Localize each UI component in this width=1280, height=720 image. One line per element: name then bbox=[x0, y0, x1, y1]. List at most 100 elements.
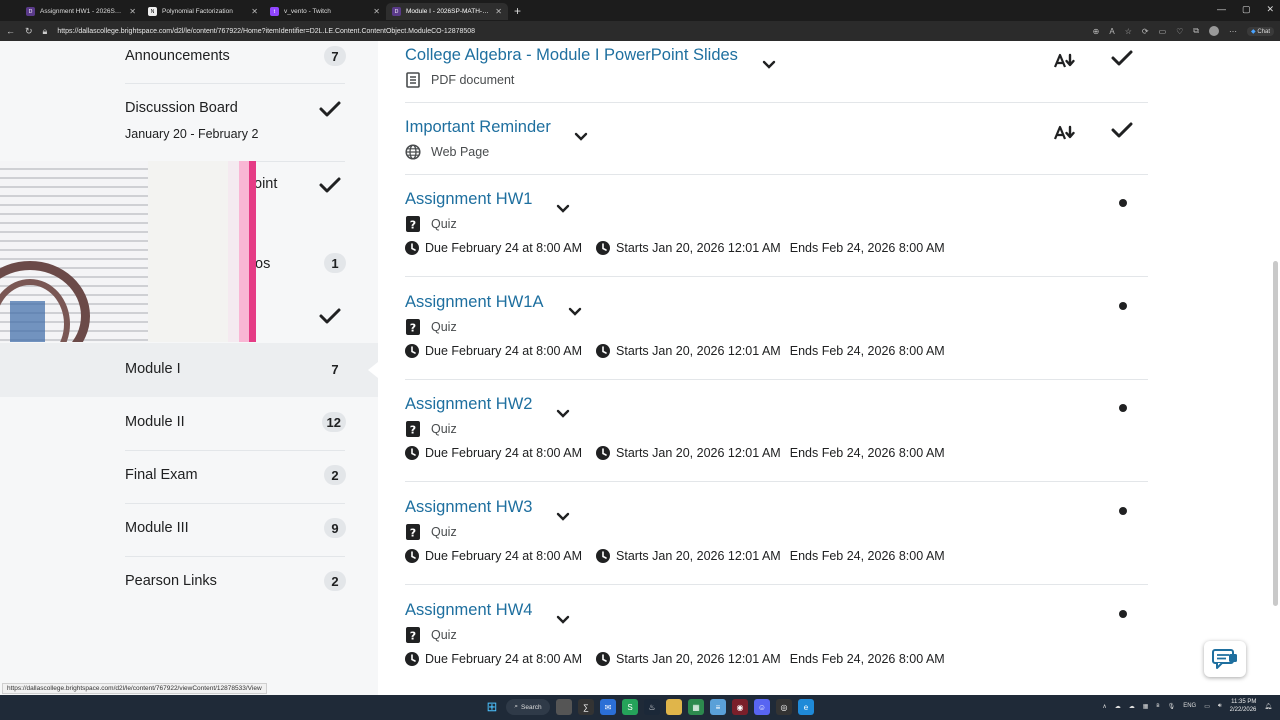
browser-tab-twitch[interactable]: t v_vento - Twitch ✕ bbox=[264, 3, 386, 20]
content-item-title[interactable]: Assignment HW4 bbox=[405, 601, 532, 620]
checkmark-icon bbox=[319, 308, 341, 324]
close-icon[interactable]: ✕ bbox=[373, 7, 380, 16]
collections-icon[interactable]: ⧉ bbox=[1193, 26, 1199, 36]
svg-text:?: ? bbox=[410, 527, 416, 540]
mail-icon[interactable]: ✉ bbox=[600, 699, 616, 715]
chat-label: Chat bbox=[1257, 28, 1270, 35]
notification-bell-icon[interactable]: 🔔︎ bbox=[1264, 703, 1272, 710]
url-field[interactable]: https://dallascollege.brightspace.com/d2… bbox=[57, 28, 1082, 35]
sidebar-item-module-iii[interactable]: Module III 9 bbox=[0, 507, 378, 557]
refresh-icon[interactable]: ↻ bbox=[25, 26, 33, 37]
close-icon[interactable]: ✕ bbox=[129, 7, 136, 16]
chevron-down-icon[interactable] bbox=[556, 512, 570, 522]
red-app-icon[interactable]: ◉ bbox=[732, 699, 748, 715]
file-app-icon[interactable]: ∑ bbox=[578, 699, 594, 715]
content-type-row: ? Quiz bbox=[405, 627, 457, 643]
favorites-icon[interactable]: ♡ bbox=[1176, 27, 1183, 36]
sidebar-item-module-ii[interactable]: Module II 12 bbox=[0, 401, 378, 451]
edge-icon[interactable]: e bbox=[798, 699, 814, 715]
window-controls: — ▢ ✕ bbox=[1217, 4, 1274, 15]
module-sidebar: Announcements 7 Discussion Board January… bbox=[0, 41, 378, 695]
webcam-overlay bbox=[0, 161, 256, 342]
clock-icon bbox=[596, 446, 611, 460]
download-icon[interactable] bbox=[1053, 124, 1077, 142]
search-icon: ⌕ bbox=[514, 703, 519, 710]
microphone-icon[interactable]: 🎙︎ bbox=[1168, 703, 1176, 710]
chevron-down-icon[interactable] bbox=[762, 60, 776, 70]
date-row: Due February 24 at 8:00 AM Starts Jan 20… bbox=[405, 241, 945, 255]
discord-icon[interactable]: ☺ bbox=[754, 699, 770, 715]
close-window-icon[interactable]: ✕ bbox=[1266, 4, 1274, 15]
sidebar-item-pearson-links[interactable]: Pearson Links 2 bbox=[0, 560, 378, 610]
scrollbar[interactable] bbox=[1273, 261, 1278, 606]
content-item-title[interactable]: Important Reminder bbox=[405, 118, 551, 137]
content-item-title[interactable]: Assignment HW1 bbox=[405, 190, 532, 209]
divider bbox=[405, 276, 1148, 277]
back-icon[interactable]: ← bbox=[6, 26, 15, 36]
date-row: Due February 24 at 8:00 AM Starts Jan 20… bbox=[405, 652, 945, 666]
task-view-icon[interactable] bbox=[556, 699, 572, 715]
sidebar-item-discussion-board[interactable]: Discussion Board January 20 - February 2 bbox=[0, 91, 378, 151]
chevron-up-icon[interactable]: ∧ bbox=[1102, 703, 1106, 710]
network-icon[interactable]: ▦ bbox=[1143, 703, 1149, 710]
twitch-favicon-icon: t bbox=[270, 7, 279, 16]
avatar[interactable] bbox=[1209, 26, 1220, 36]
split-screen-icon[interactable]: ▭ bbox=[1159, 27, 1167, 36]
content-item-title[interactable]: Assignment HW1A bbox=[405, 293, 543, 312]
spreadsheet-icon[interactable]: ▦ bbox=[688, 699, 704, 715]
maximize-icon[interactable]: ▢ bbox=[1242, 4, 1251, 15]
chevron-down-icon[interactable] bbox=[556, 615, 570, 625]
notepad-icon[interactable]: ≡ bbox=[710, 699, 726, 715]
language-indicator[interactable]: ENG bbox=[1183, 703, 1196, 709]
date: 2/22/2026 bbox=[1229, 707, 1257, 713]
taskbar: ⊞ ⌕ Search ∑ ✉ S ♨ ▦ ≡ ◉ ☺ ◎ e ∧ ☁ ☁ ▦ ʙ … bbox=[0, 695, 1280, 720]
copilot-chat-button[interactable]: ◆ Chat bbox=[1247, 26, 1274, 36]
onedrive-icon[interactable]: ☁ bbox=[1129, 703, 1135, 710]
chevron-down-icon[interactable] bbox=[556, 409, 570, 419]
minimize-icon[interactable]: — bbox=[1217, 4, 1226, 15]
chat-support-button[interactable] bbox=[1204, 641, 1246, 677]
clock-icon bbox=[405, 241, 419, 255]
browser-tab-polynomial[interactable]: N Polynomial Factorization ✕ bbox=[142, 3, 264, 20]
close-icon[interactable]: ✕ bbox=[251, 7, 258, 16]
sidebar-item-module-i[interactable]: Module I 7 bbox=[0, 343, 378, 397]
divider bbox=[405, 102, 1148, 103]
browser-tab-module-i[interactable]: D Module I - 2026SP-MATH-1314- ✕ bbox=[386, 3, 508, 20]
folder-icon[interactable] bbox=[666, 699, 682, 715]
chevron-down-icon[interactable] bbox=[568, 307, 582, 317]
new-tab-button[interactable]: + bbox=[514, 4, 521, 18]
zoom-icon[interactable]: ⊕ bbox=[1093, 27, 1100, 36]
obs-icon[interactable]: ◎ bbox=[776, 699, 792, 715]
windows-start-icon[interactable]: ⊞ bbox=[484, 699, 500, 715]
bluetooth-icon[interactable]: ʙ bbox=[1156, 703, 1159, 709]
unread-dot bbox=[1119, 404, 1127, 412]
content-item-title[interactable]: Assignment HW2 bbox=[405, 395, 532, 414]
favorite-star-icon[interactable]: ☆ bbox=[1125, 27, 1132, 36]
extensions-icon[interactable]: ⟳ bbox=[1142, 27, 1149, 36]
monitor-icon[interactable]: ▭ bbox=[1204, 703, 1210, 710]
volume-icon[interactable]: 🔊︎ bbox=[1218, 703, 1222, 710]
green-app-icon[interactable]: S bbox=[622, 699, 638, 715]
content-item-title[interactable]: College Algebra - Module I PowerPoint Sl… bbox=[405, 46, 738, 65]
content-item-title[interactable]: Assignment HW3 bbox=[405, 498, 532, 517]
browser-tab-assignment-hw1[interactable]: D Assignment HW1 - 2026SP-MATH- ✕ bbox=[20, 3, 142, 20]
taskbar-search[interactable]: ⌕ Search bbox=[506, 699, 550, 715]
lock-icon[interactable]: 🔒︎ bbox=[43, 26, 48, 37]
sidebar-item-announcements[interactable]: Announcements 7 bbox=[0, 41, 378, 81]
divider bbox=[405, 379, 1148, 380]
chevron-down-icon[interactable] bbox=[574, 132, 588, 142]
checkmark-icon bbox=[319, 101, 341, 117]
more-menu-icon[interactable]: ⋯ bbox=[1229, 27, 1237, 36]
taskbar-apps: ⊞ ⌕ Search ∑ ✉ S ♨ ▦ ≡ ◉ ☺ ◎ e bbox=[484, 699, 814, 715]
due-date: Due February 24 at 8:00 AM bbox=[425, 652, 583, 666]
steam-icon[interactable]: ♨ bbox=[644, 699, 660, 715]
clock-icon bbox=[405, 446, 419, 460]
read-aloud-icon[interactable]: A bbox=[1109, 27, 1114, 36]
clock[interactable]: 11:35 PM 2/22/2026 bbox=[1230, 698, 1257, 714]
close-icon[interactable]: ✕ bbox=[495, 7, 502, 16]
sidebar-item-label: Module I bbox=[125, 361, 181, 377]
chevron-down-icon[interactable] bbox=[556, 204, 570, 214]
sidebar-item-final-exam[interactable]: Final Exam 2 bbox=[0, 454, 378, 504]
cloud-icon[interactable]: ☁ bbox=[1115, 703, 1121, 710]
download-icon[interactable] bbox=[1053, 52, 1077, 70]
